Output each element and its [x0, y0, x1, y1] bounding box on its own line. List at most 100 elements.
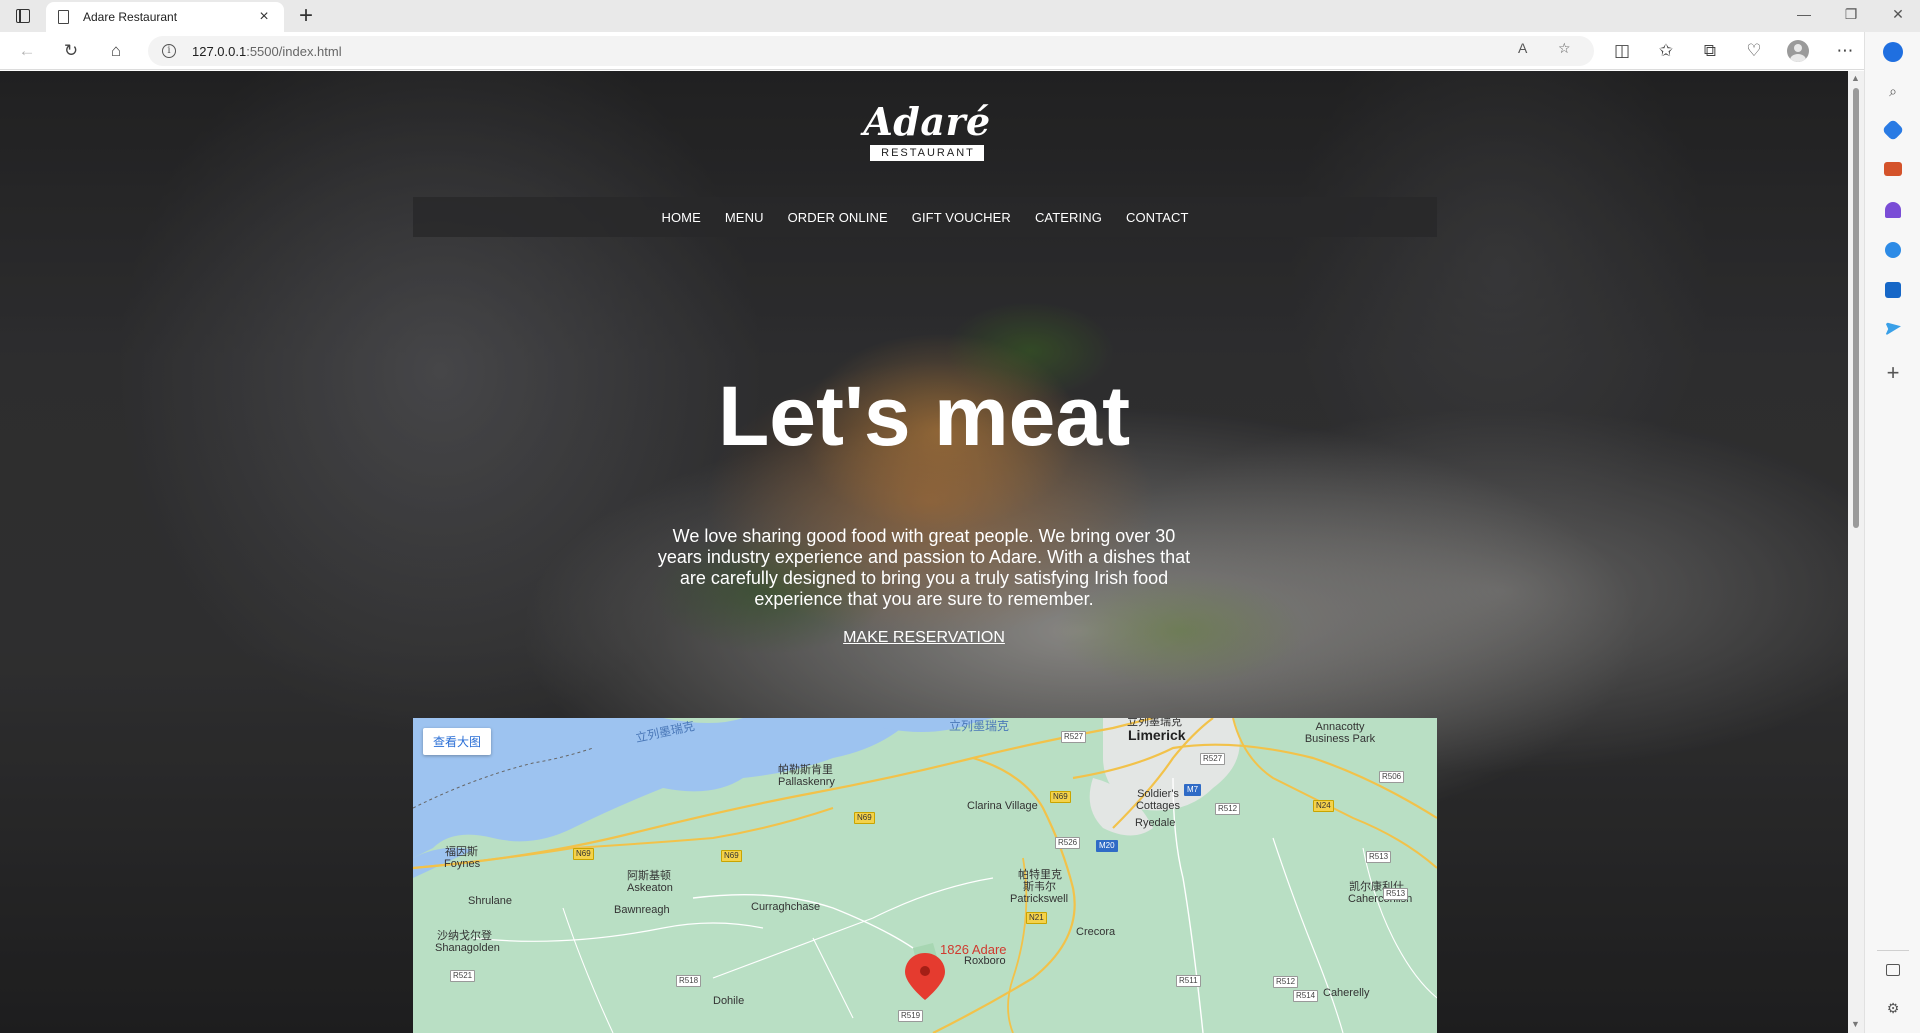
scroll-thumb[interactable] — [1853, 88, 1859, 528]
map-water-label: 立列墨瑞克 — [949, 719, 1010, 733]
nav-home[interactable]: HOME — [661, 210, 700, 225]
restore-button[interactable]: ❐ — [1841, 6, 1861, 23]
more-icon[interactable]: ⋯ — [1834, 40, 1856, 62]
map-pin-icon[interactable] — [908, 950, 942, 1000]
map-place-shrulane: Shrulane — [468, 895, 513, 907]
sidebar-divider — [1877, 950, 1909, 951]
close-window-button[interactable]: ✕ — [1888, 6, 1908, 23]
map-place-patrickswell: Patrickswell — [1010, 893, 1069, 905]
tab-title: Adare Restaurant — [83, 10, 178, 24]
profile-icon[interactable] — [1787, 40, 1809, 62]
road-shield: R526 — [1055, 837, 1081, 849]
road-shield: R519 — [898, 1010, 924, 1022]
map-place-curraghchase: Curraghchase — [751, 901, 821, 913]
address-url: 127.0.0.1:5500/index.html — [192, 43, 342, 59]
page-icon — [58, 10, 69, 24]
refresh-icon[interactable]: ↻ — [60, 40, 82, 62]
logo-subtitle: RESTAURANT — [870, 145, 984, 161]
scroll-down-icon[interactable]: ▼ — [1851, 1019, 1860, 1029]
nav-order-online[interactable]: ORDER ONLINE — [788, 210, 888, 225]
road-shield: R518 — [676, 975, 702, 987]
new-tab-button[interactable]: + — [294, 3, 318, 29]
outlook-icon[interactable] — [1885, 282, 1901, 298]
site-logo[interactable]: Adaré RESTAURANT — [842, 101, 1012, 161]
road-shield: R514 — [1293, 990, 1319, 1002]
map-place-pallaskenry-cn: 帕勒斯肯里 — [778, 764, 833, 776]
location-map[interactable]: 查看大图 立列墨瑞克 立列墨瑞克 立列墨瑞克 Limerick Annacott… — [413, 718, 1437, 1033]
browser-toolbar: ← ↻ ⌂ i 127.0.0.1:5500/index.html A ☆ ◫ … — [0, 32, 1920, 70]
map-place-foynes-cn: 福因斯 — [445, 846, 478, 858]
map-place-patrickswell-cn2: 斯韦尔 — [1023, 881, 1056, 893]
home-icon[interactable]: ⌂ — [105, 40, 127, 62]
page-scrollbar[interactable]: ▲ ▼ — [1848, 71, 1864, 1033]
road-shield: R512 — [1273, 976, 1299, 988]
road-shield: R511 — [1176, 975, 1201, 987]
road-shield: R513 — [1383, 888, 1409, 900]
favorite-icon[interactable]: ☆ — [1558, 40, 1571, 57]
logo-script: Adaré — [863, 99, 991, 144]
map-place-crecora: Crecora — [1076, 926, 1116, 938]
map-place-dohile: Dohile — [713, 995, 745, 1007]
road-shield: R521 — [450, 970, 476, 982]
road-shield: N69 — [721, 850, 742, 862]
map-pin-label: 1826 Adare — [940, 942, 1007, 957]
back-icon[interactable]: ← — [16, 40, 38, 62]
view-larger-map-button[interactable]: 查看大图 — [423, 728, 492, 755]
office-icon[interactable] — [1885, 242, 1901, 258]
send-icon[interactable] — [1885, 322, 1901, 336]
split-screen-icon[interactable]: ◫ — [1611, 40, 1633, 62]
road-shield: R513 — [1366, 851, 1392, 863]
map-place-askeaton-cn: 阿斯基顿 — [627, 870, 671, 882]
road-shield: N69 — [854, 812, 875, 824]
map-place-shanagolden-cn: 沙纳戈尔登 — [437, 930, 492, 942]
games-icon[interactable] — [1885, 202, 1901, 218]
make-reservation-link[interactable]: MAKE RESERVATION — [744, 629, 1104, 647]
copilot-icon[interactable] — [1883, 42, 1903, 62]
nav-contact[interactable]: CONTACT — [1126, 210, 1189, 225]
shopping-icon[interactable] — [1881, 118, 1905, 142]
road-shield: N24 — [1313, 800, 1334, 812]
road-shield: R527 — [1200, 753, 1226, 765]
favorites-icon[interactable]: ✩ — [1655, 40, 1677, 62]
road-shield: N21 — [1026, 912, 1047, 924]
road-shield: M20 — [1096, 840, 1118, 852]
browser-tab-strip: Adare Restaurant × + — ❐ ✕ — [0, 0, 1920, 32]
road-shield: N69 — [573, 848, 594, 860]
map-place-foynes: Foynes — [444, 858, 481, 870]
settings-icon[interactable]: ⚙ — [1885, 1000, 1901, 1016]
sidebar-toggle-icon[interactable] — [1886, 964, 1900, 976]
map-place-annacotty: Annacotty Business Park — [1304, 721, 1376, 745]
search-icon[interactable]: ⌕ — [1885, 83, 1901, 99]
map-place-pallaskenry: Pallaskenry — [778, 776, 835, 788]
collections-icon[interactable]: ⧉ — [1699, 40, 1721, 62]
read-aloud-icon[interactable]: A — [1518, 40, 1527, 56]
tools-icon[interactable] — [1884, 162, 1902, 176]
hero-intro: We love sharing good food with great peo… — [657, 526, 1191, 609]
map-place-soldiers-cottages: Soldier's Cottages — [1135, 788, 1181, 812]
browser-tab[interactable]: Adare Restaurant × — [46, 2, 284, 32]
nav-catering[interactable]: CATERING — [1035, 210, 1102, 225]
edge-sidebar: ⌕ + ⚙ — [1864, 32, 1920, 1033]
site-info-icon[interactable]: i — [162, 44, 176, 58]
minimize-button[interactable]: — — [1794, 6, 1814, 22]
nav-menu[interactable]: MENU — [725, 210, 764, 225]
nav-gift-voucher[interactable]: GIFT VOUCHER — [912, 210, 1011, 225]
tab-actions-icon[interactable] — [16, 9, 30, 23]
add-icon[interactable]: + — [1883, 362, 1903, 384]
map-place-ryedale: Ryedale — [1135, 817, 1176, 829]
road-shield: R512 — [1215, 803, 1241, 815]
address-bar[interactable]: i 127.0.0.1:5500/index.html A ☆ — [148, 36, 1594, 66]
road-shield: M7 — [1184, 784, 1202, 796]
road-shield: R527 — [1061, 731, 1087, 743]
main-nav: HOME MENU ORDER ONLINE GIFT VOUCHER CATE… — [413, 197, 1437, 237]
performance-icon[interactable]: ♡ — [1743, 40, 1765, 62]
scroll-up-icon[interactable]: ▲ — [1851, 73, 1860, 83]
road-shield: N69 — [1050, 791, 1071, 803]
map-place-askeaton: Askeaton — [627, 882, 673, 894]
map-place-patrickswell-cn: 帕特里克 — [1018, 869, 1062, 881]
close-tab-button[interactable]: × — [256, 8, 272, 26]
map-place-bawnreagh: Bawnreagh — [614, 904, 670, 916]
map-place-clarina-village: Clarina Village — [967, 800, 1038, 812]
map-place-limerick: Limerick — [1128, 727, 1186, 743]
map-place-caherelly: Caherelly — [1323, 987, 1370, 999]
